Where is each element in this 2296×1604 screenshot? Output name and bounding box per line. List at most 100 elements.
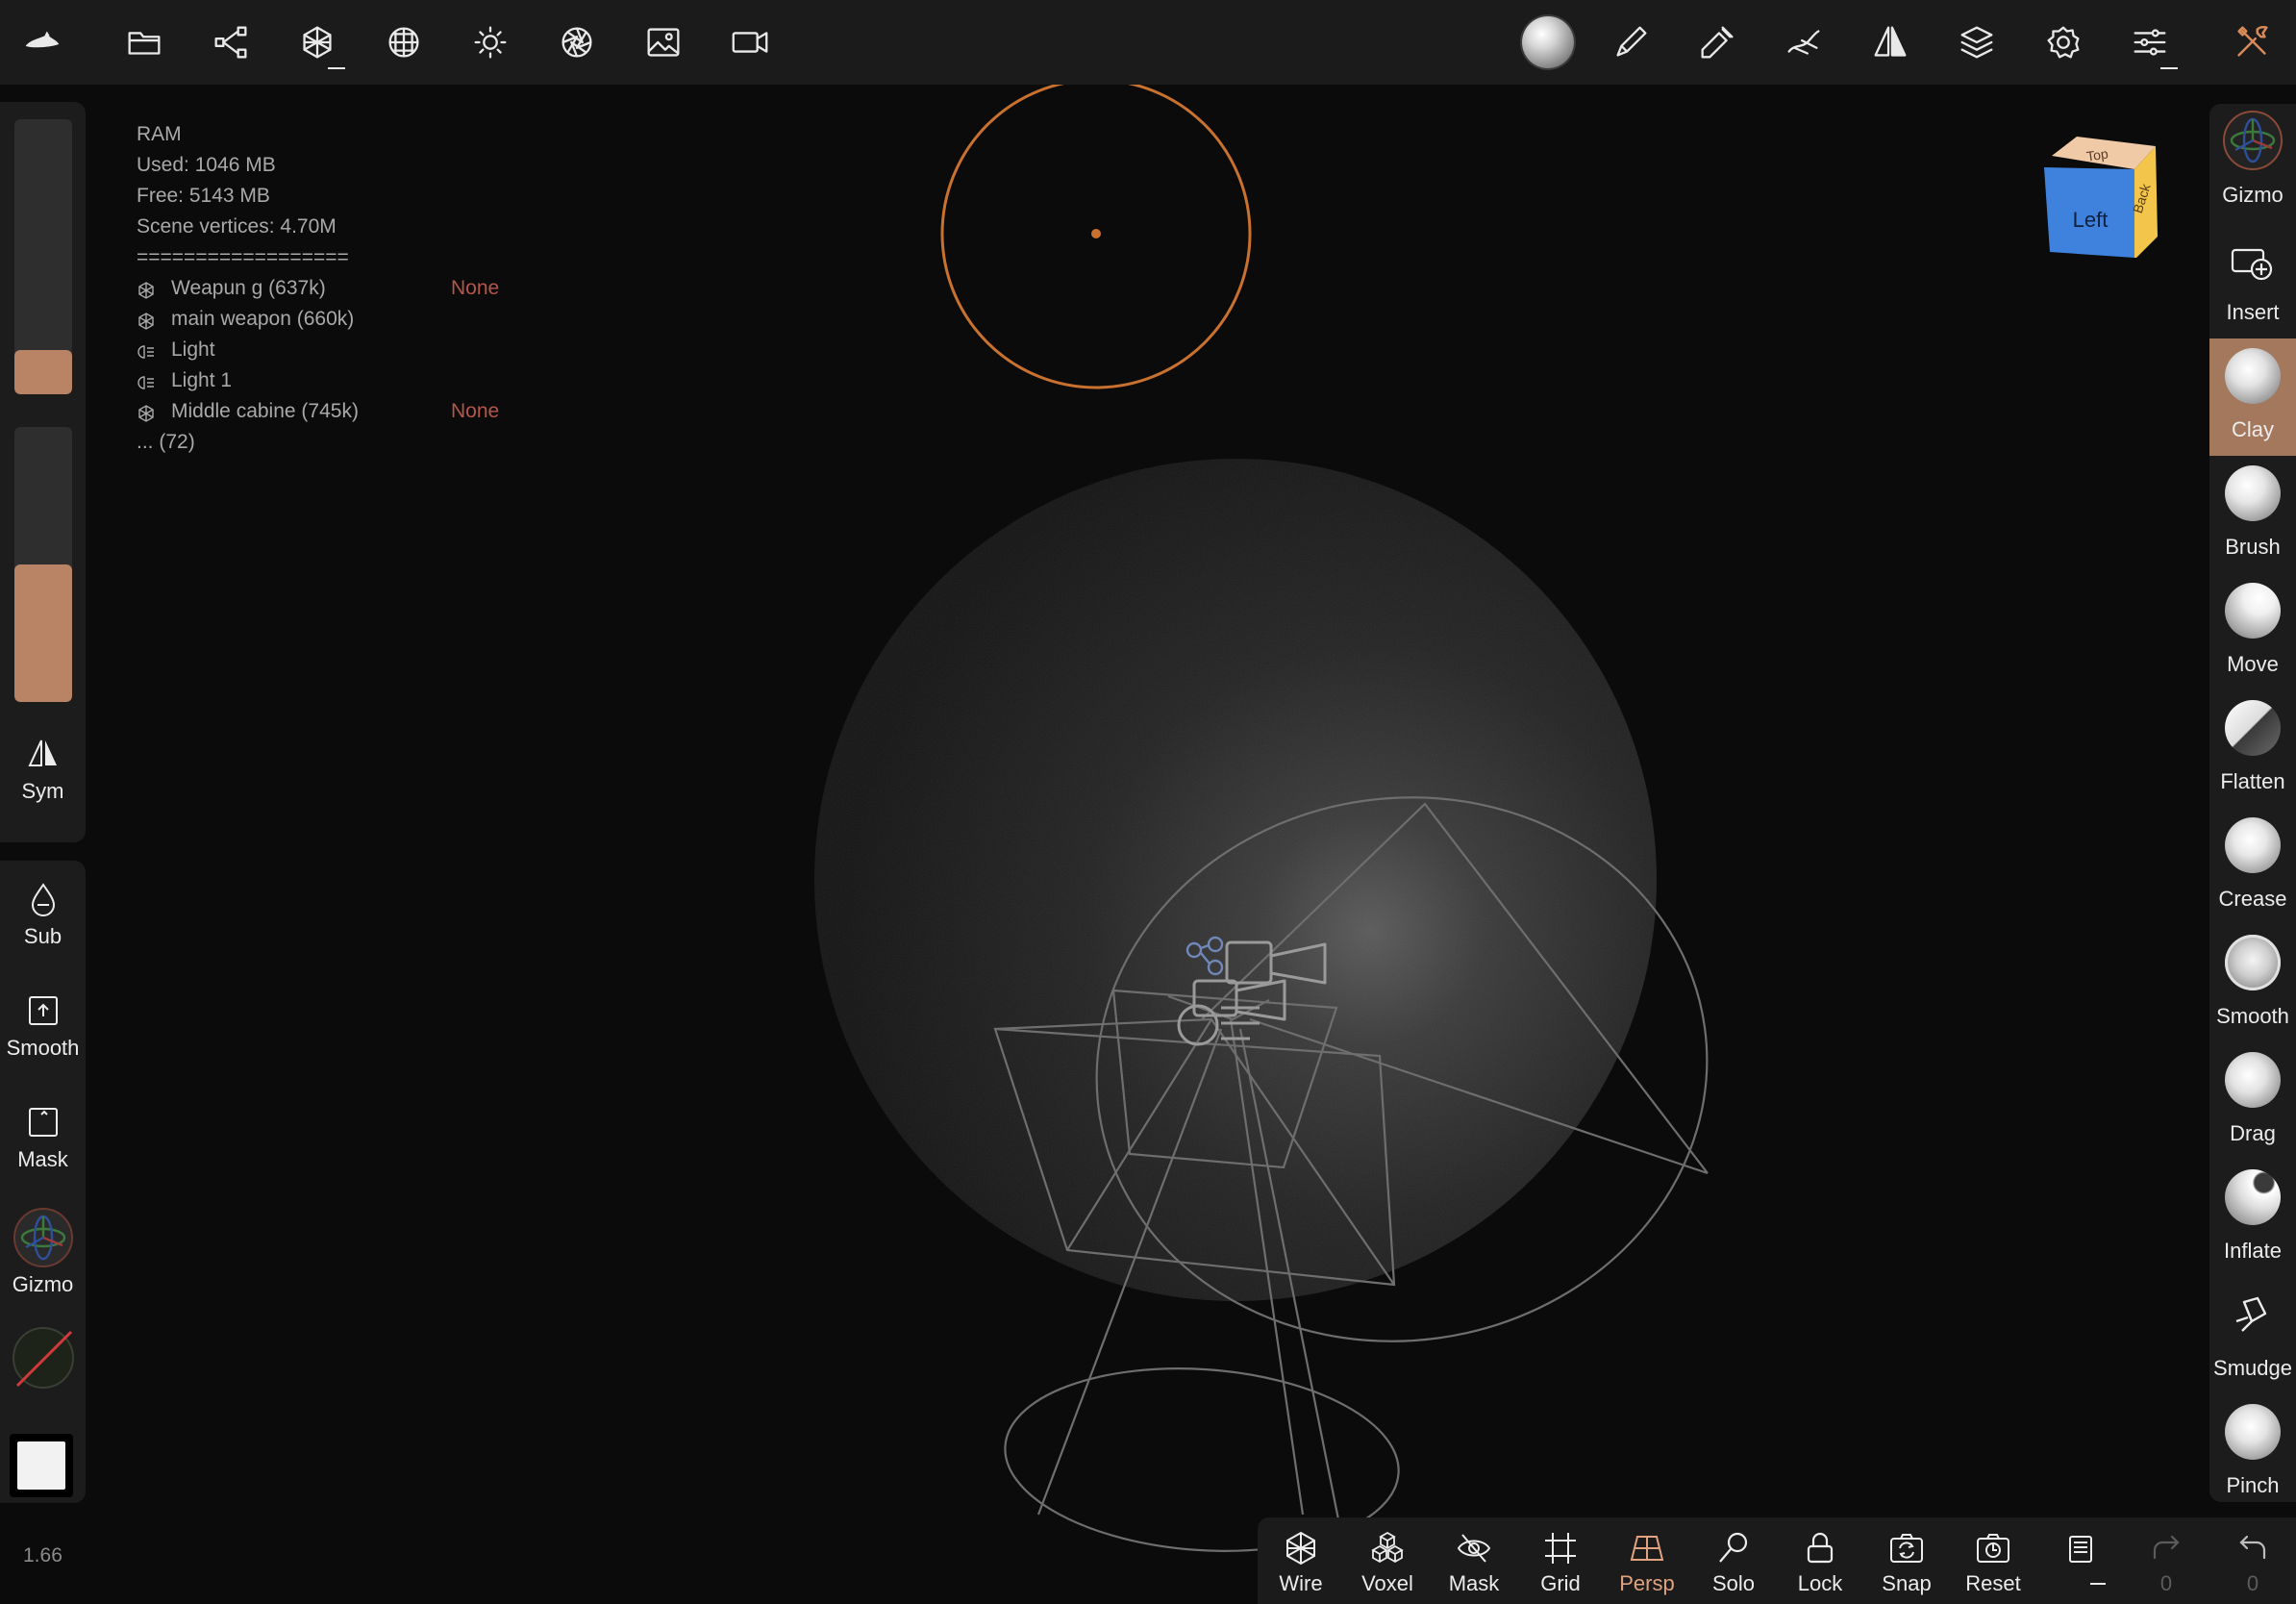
tool-move[interactable]: Move <box>2209 573 2296 690</box>
tool-settings-icon[interactable] <box>2127 19 2178 69</box>
tool-crease[interactable]: Crease <box>2209 808 2296 925</box>
camera-shutter-icon[interactable] <box>554 19 600 65</box>
matcap-toggle[interactable] <box>0 1326 86 1390</box>
intensity-slider[interactable] <box>14 427 72 702</box>
folder-icon[interactable] <box>121 19 167 65</box>
mesh-icon <box>138 282 154 299</box>
sub-toggle[interactable]: Sub <box>0 880 86 949</box>
reset-camera-button[interactable]: Reset <box>1950 1517 2036 1604</box>
tool-insert[interactable]: Insert <box>2209 221 2296 338</box>
lock-label: Lock <box>1797 1571 1843 1595</box>
view-cube[interactable]: Left Top Back <box>2038 133 2163 258</box>
lock-icon <box>1807 1532 1834 1564</box>
radius-slider-fill <box>14 350 72 394</box>
object-label: Light 1 <box>171 369 233 391</box>
tool-label: Crease <box>2218 887 2287 911</box>
tool-label: Brush <box>2225 535 2281 559</box>
tool-brush[interactable]: Brush <box>2209 456 2296 573</box>
gizmo-label: Gizmo <box>12 1272 74 1296</box>
tool-smooth[interactable]: Smooth <box>2209 925 2296 1042</box>
tools-icon[interactable] <box>2229 19 2275 65</box>
tool-gizmo[interactable]: Gizmo <box>2209 104 2296 221</box>
undo-button[interactable]: 0 <box>2209 1517 2296 1604</box>
clay-brush-icon <box>2225 348 2281 404</box>
lock-button[interactable]: Lock <box>1777 1517 1863 1604</box>
layers-icon[interactable] <box>1954 19 2000 65</box>
stroke-icon[interactable] <box>1781 19 1827 65</box>
light-object-icon <box>137 345 154 359</box>
solo-button[interactable]: Solo <box>1690 1517 1777 1604</box>
view-cube-top-label: Top <box>2085 146 2109 164</box>
eyedropper-icon[interactable] <box>1694 19 1740 65</box>
tool-smudge[interactable]: Smudge <box>2209 1277 2296 1394</box>
solo-icon <box>1719 1532 1748 1563</box>
tool-pinch[interactable]: Pinch <box>2209 1394 2296 1512</box>
gizmo-icon <box>2222 110 2284 171</box>
sub-label: Sub <box>23 924 62 948</box>
color-swatch[interactable] <box>10 1434 73 1497</box>
wire-button[interactable]: Wire <box>1258 1517 1344 1604</box>
crease-icon <box>2225 817 2281 873</box>
nomad-logo-icon[interactable] <box>19 19 65 65</box>
voxel-button[interactable]: Voxel <box>1344 1517 1431 1604</box>
mesh-icon[interactable] <box>294 19 345 69</box>
color-swatch-fill <box>17 1441 65 1490</box>
tool-clay[interactable]: Clay <box>2209 338 2296 456</box>
object-label: Light <box>171 338 215 361</box>
topology-icon[interactable] <box>381 19 427 65</box>
more-objects: ... (72) <box>137 431 195 453</box>
tool-label: Flatten <box>2220 769 2285 793</box>
light-icon[interactable] <box>467 19 513 65</box>
object-status: None <box>451 277 500 299</box>
object-status: None <box>451 400 500 422</box>
tool-label: Gizmo <box>2222 183 2284 207</box>
version-label: 1.66 <box>23 1544 62 1566</box>
scene-graph-icon[interactable] <box>208 19 254 65</box>
material-sphere-icon[interactable] <box>1521 15 1575 69</box>
grid-button[interactable]: Grid <box>1517 1517 1604 1604</box>
tool-inflate[interactable]: Inflate <box>2209 1160 2296 1277</box>
undo-icon <box>2239 1535 2266 1560</box>
voxel-icon <box>1371 1531 1404 1564</box>
mesh-icon <box>138 405 154 422</box>
light-object-icon <box>137 376 154 389</box>
tool-label: Clay <box>2231 417 2274 441</box>
wireframe-icon <box>1286 1531 1315 1566</box>
video-camera-icon[interactable] <box>727 19 773 65</box>
mask-toggle[interactable]: Mask <box>0 1103 86 1172</box>
smudge-icon <box>2235 1296 2267 1332</box>
tool-label: Insert <box>2226 300 2280 324</box>
view-cube-front-label: Left <box>2073 208 2109 232</box>
inflate-icon <box>2225 1169 2281 1225</box>
gizmo-toggle[interactable]: Gizmo <box>0 1207 86 1297</box>
redo-button[interactable]: 0 <box>2123 1517 2209 1604</box>
background-image-icon[interactable] <box>640 19 686 65</box>
wire-label: Wire <box>1279 1571 1323 1595</box>
tool-flatten[interactable]: Flatten <box>2209 690 2296 808</box>
reset-camera-icon <box>1977 1534 2009 1563</box>
scene-info-overlay: RAM Used: 1046 MB Free: 5143 MB Scene ve… <box>137 119 499 458</box>
mask-label: Mask <box>1448 1571 1500 1595</box>
pinch-icon <box>2225 1404 2281 1460</box>
symmetry-toggle[interactable]: Sym <box>0 735 86 804</box>
smooth-toggle[interactable]: Smooth <box>0 991 86 1061</box>
symmetry-icon <box>27 739 57 766</box>
symmetry-icon[interactable] <box>1867 19 1913 65</box>
ram-title: RAM <box>137 123 182 145</box>
settings-icon[interactable] <box>2040 19 2086 65</box>
mask-visibility-button[interactable]: Mask <box>1431 1517 1517 1604</box>
history-button[interactable] <box>2036 1517 2123 1604</box>
grid-label: Grid <box>1540 1571 1581 1595</box>
perspective-button[interactable]: Persp <box>1604 1517 1690 1604</box>
tool-drag[interactable]: Drag <box>2209 1042 2296 1160</box>
sculpt-tools-strip: Gizmo Insert Clay Brush Move Flatten Cre… <box>2209 104 2296 1502</box>
smooth-icon <box>2225 935 2281 990</box>
drag-icon <box>2225 1052 2281 1108</box>
ram-free: Free: 5143 MB <box>137 185 270 207</box>
radius-slider[interactable] <box>14 119 72 394</box>
paint-brush-icon[interactable] <box>1608 19 1654 65</box>
object-row: Middle cabine (745k) None <box>137 396 499 427</box>
snap-button[interactable]: Snap <box>1863 1517 1950 1604</box>
3d-viewport[interactable]: RAM Used: 1046 MB Free: 5143 MB Scene ve… <box>0 85 2296 1604</box>
object-row: Light <box>137 335 349 365</box>
